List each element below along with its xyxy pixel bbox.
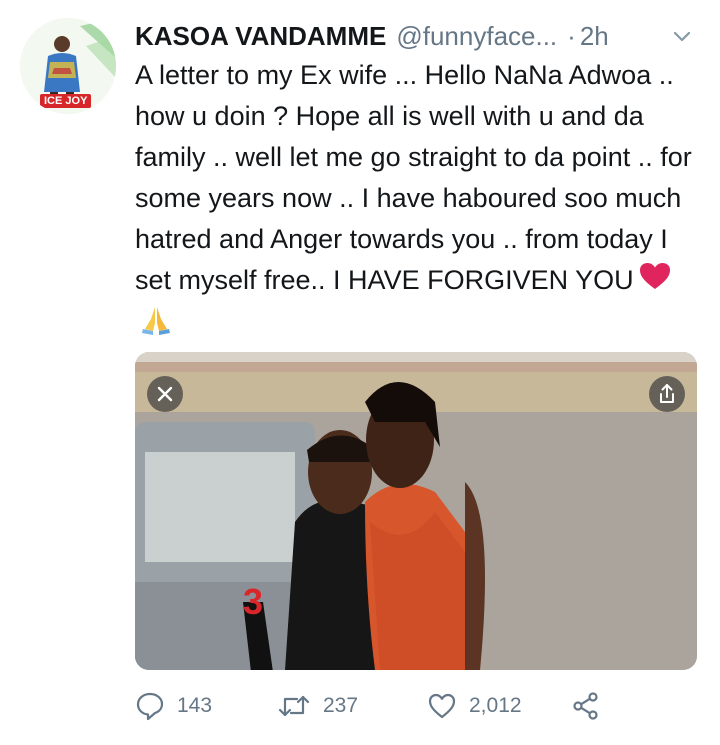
heart-emoji-icon: [638, 261, 672, 303]
tweet-header: KASOA VANDAMME @funnyface... · 2h: [135, 18, 700, 54]
retweet-icon: [278, 695, 310, 717]
like-count: 2,012: [469, 694, 522, 717]
like-button[interactable]: 2,012: [427, 686, 522, 726]
chevron-down-icon[interactable]: [670, 24, 694, 48]
tweet-body: A letter to my Ex wife ... Hello NaNa Ad…: [135, 60, 692, 295]
tweet-text: A letter to my Ex wife ... Hello NaNa Ad…: [135, 55, 705, 347]
share-button[interactable]: [571, 686, 613, 726]
svg-text:3: 3: [243, 581, 263, 622]
retweet-button[interactable]: 237: [277, 686, 358, 726]
tweet-photo[interactable]: 3: [135, 352, 697, 670]
separator-dot: ·: [567, 20, 576, 51]
folded-hands-emoji-icon: [139, 303, 173, 347]
reply-button[interactable]: 143: [135, 686, 212, 726]
retweet-count: 237: [323, 694, 359, 717]
share-media-button[interactable]: [649, 376, 685, 412]
share-network-icon: [573, 692, 598, 720]
avatar-badge: ICE JOY: [40, 94, 92, 108]
avatar[interactable]: ICE JOY: [20, 18, 116, 114]
heart-icon: [428, 693, 456, 719]
close-icon: [157, 386, 173, 402]
reply-icon: [136, 692, 164, 721]
display-name[interactable]: KASOA VANDAMME: [135, 21, 386, 52]
share-icon: [660, 384, 674, 403]
photo-image: 3: [135, 352, 697, 670]
tweet-actions: 143 237 2,012: [135, 686, 615, 726]
timestamp[interactable]: 2h: [580, 21, 609, 52]
user-handle[interactable]: @funnyface...: [396, 21, 557, 52]
close-media-button[interactable]: [147, 376, 183, 412]
reply-count: 143: [177, 694, 213, 717]
